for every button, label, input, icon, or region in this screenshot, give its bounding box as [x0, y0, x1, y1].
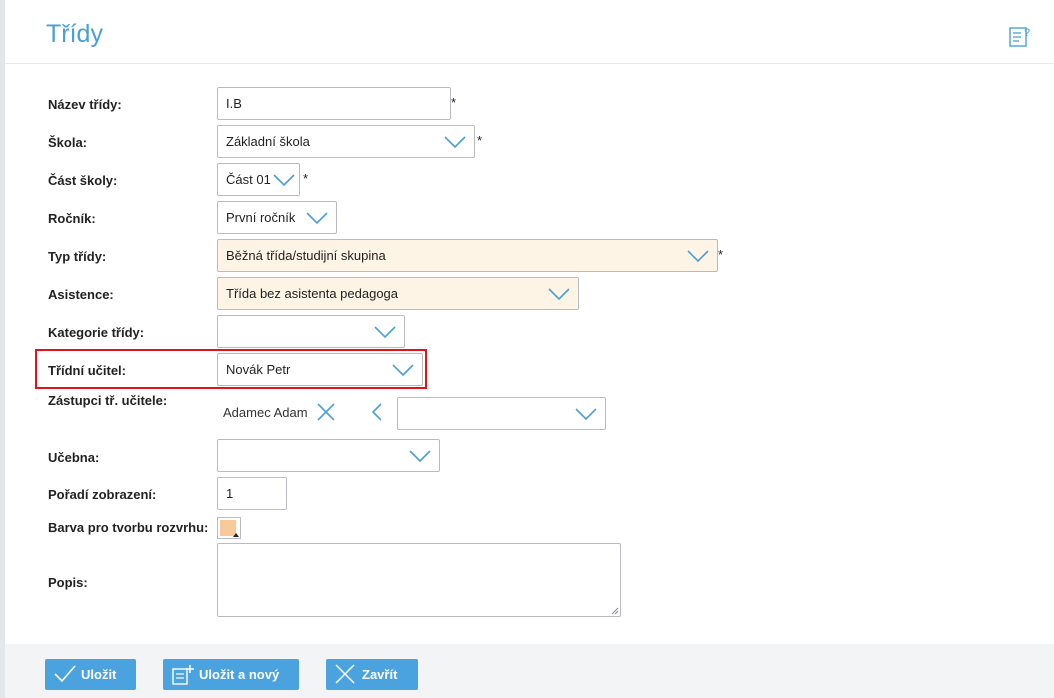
deputy-teacher-select[interactable] [397, 397, 606, 430]
save-and-new-button[interactable]: Uložit a nový [163, 659, 299, 690]
class-name-input[interactable]: I.B [217, 87, 451, 120]
grade-label: Ročník: [48, 211, 96, 226]
save-and-new-label: Uložit a nový [199, 667, 280, 682]
deputy-teachers-label: Zástupci tř. učitele: [48, 393, 168, 408]
chevron-down-icon [548, 288, 570, 301]
school-part-label: Část školy: [48, 173, 118, 188]
school-part-value: Část 01 [226, 172, 271, 187]
school-label: Škola: [48, 135, 88, 150]
description-label: Popis: [48, 575, 88, 590]
checkmark-icon [54, 665, 76, 683]
page-title: Třídy [46, 20, 103, 48]
required-mark: * [718, 247, 724, 262]
help-document-icon[interactable]: ? [1008, 25, 1032, 49]
chevron-down-icon [273, 174, 295, 187]
required-mark: * [303, 171, 309, 186]
assistance-label: Asistence: [48, 287, 114, 302]
school-part-select[interactable]: Část 01 [217, 163, 300, 196]
display-order-value: 1 [226, 486, 234, 501]
assistance-value: Třída bez asistenta pedagoga [226, 286, 399, 301]
save-button[interactable]: Uložit [45, 659, 136, 690]
chevron-left-icon[interactable] [370, 402, 384, 422]
close-button[interactable]: Zavřít [326, 659, 418, 690]
close-label: Zavřít [362, 667, 398, 682]
highlight-annotation-box [35, 349, 427, 389]
class-name-value: I.B [226, 96, 242, 111]
chevron-down-icon [409, 450, 431, 463]
page-header: Třídy ? [5, 0, 1054, 64]
class-type-label: Typ třídy: [48, 249, 107, 264]
display-order-input[interactable]: 1 [217, 477, 287, 510]
school-value: Základní škola [226, 134, 310, 149]
color-picker[interactable] [217, 517, 241, 539]
required-mark: * [451, 95, 457, 110]
svg-text:?: ? [1024, 27, 1030, 39]
form-panel: Třídy ? Název třídy: I.B * Škola: Základ… [5, 0, 1054, 644]
close-icon [335, 664, 355, 684]
save-label: Uložit [81, 667, 117, 682]
description-textarea[interactable] [217, 543, 621, 617]
chevron-down-icon [687, 250, 709, 263]
required-mark: * [477, 133, 483, 148]
school-select[interactable]: Základní škola [217, 125, 475, 158]
chevron-down-icon [374, 326, 396, 339]
remove-icon[interactable] [316, 402, 336, 422]
classroom-select[interactable] [217, 439, 440, 472]
resize-handle-icon[interactable] [611, 607, 619, 615]
chevron-down-icon [575, 408, 597, 421]
chevron-down-icon [444, 136, 466, 149]
category-select[interactable] [217, 315, 405, 348]
chevron-down-icon [306, 212, 328, 225]
display-order-label: Pořadí zobrazení: [48, 487, 157, 502]
document-add-icon [172, 665, 194, 685]
color-label: Barva pro tvorbu rozvrhu: [48, 520, 209, 535]
category-label: Kategorie třídy: [48, 325, 145, 340]
class-type-select[interactable]: Běžná třída/studijní skupina [217, 239, 718, 272]
name-label: Název třídy: [48, 97, 122, 112]
grade-select[interactable]: První ročník [217, 201, 337, 234]
classroom-label: Učebna: [48, 450, 100, 465]
dropdown-triangle-icon [233, 533, 239, 537]
deputy-teacher-tag: Adamec Adam [223, 405, 308, 420]
class-type-value: Běžná třída/studijní skupina [226, 248, 386, 263]
grade-value: První ročník [226, 210, 296, 225]
assistance-select[interactable]: Třída bez asistenta pedagoga [217, 277, 579, 310]
